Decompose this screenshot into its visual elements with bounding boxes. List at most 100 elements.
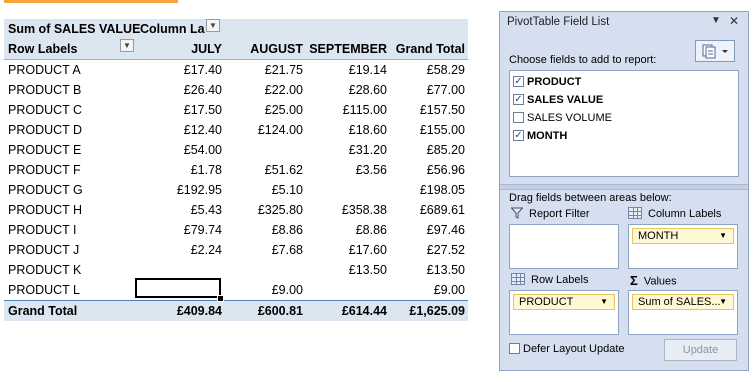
value-cell-september[interactable]: £358.38 <box>342 200 387 220</box>
row-label[interactable]: PRODUCT I <box>8 220 77 240</box>
active-cell-selection[interactable] <box>135 278 221 298</box>
field-checkbox-sales-value[interactable]: ✓ <box>513 93 524 105</box>
values-field-chip-sum-sales[interactable]: Sum of SALES... ▼ <box>632 294 734 310</box>
defer-checkbox[interactable] <box>509 342 520 354</box>
row-label[interactable]: PRODUCT B <box>8 80 81 100</box>
row-label[interactable]: PRODUCT L <box>8 280 80 300</box>
row-field-chip-product[interactable]: PRODUCT ▼ <box>513 294 615 310</box>
row-label[interactable]: PRODUCT A <box>8 60 81 80</box>
value-cell-september[interactable]: £28.60 <box>349 80 387 100</box>
value-cell-july[interactable]: £2.24 <box>191 240 222 260</box>
value-cell-total[interactable]: £56.96 <box>427 160 465 180</box>
row-label[interactable]: PRODUCT C <box>8 100 82 120</box>
column-header-grand-total[interactable]: Grand Total <box>396 39 465 59</box>
field-checkbox-month[interactable]: ✓ <box>513 129 524 141</box>
defer-layout-update[interactable]: Defer Layout Update <box>509 342 625 356</box>
value-cell-august[interactable]: £124.00 <box>258 120 303 140</box>
value-cell-august[interactable]: £325.80 <box>258 200 303 220</box>
close-icon[interactable]: ✕ <box>729 14 739 28</box>
column-labels-caption: Column La <box>140 22 205 36</box>
chevron-down-icon[interactable]: ▼ <box>719 229 727 243</box>
row-label[interactable]: PRODUCT F <box>8 160 81 180</box>
value-cell-august[interactable]: £8.86 <box>272 220 303 240</box>
value-cell-july[interactable]: £79.74 <box>184 220 222 240</box>
value-cell-september[interactable]: £31.20 <box>349 140 387 160</box>
report-filter-drop-area[interactable] <box>509 224 619 269</box>
column-labels-filter-button[interactable]: ▼ <box>206 19 220 32</box>
column-field-chip-month[interactable]: MONTH ▼ <box>632 228 734 244</box>
grand-total-august[interactable]: £600.81 <box>258 301 303 321</box>
pane-options-icon[interactable]: ▼ <box>711 15 721 26</box>
table-row: PRODUCT I £79.74 £8.86 £8.86 £97.46 <box>4 220 468 240</box>
value-cell-july[interactable]: £5.43 <box>191 200 222 220</box>
value-cell-total[interactable]: £58.29 <box>427 60 465 80</box>
value-cell-august[interactable]: £25.00 <box>265 100 303 120</box>
value-cell-july[interactable]: £1.78 <box>191 160 222 180</box>
update-button[interactable]: Update <box>664 339 737 361</box>
row-labels-filter-button[interactable]: ▼ <box>120 39 134 52</box>
value-cell-total[interactable]: £97.46 <box>427 220 465 240</box>
value-cell-september[interactable]: £18.60 <box>349 120 387 140</box>
field-layout-button[interactable] <box>695 40 735 62</box>
values-drop-area[interactable]: Sum of SALES... ▼ <box>628 290 738 335</box>
grand-total-july[interactable]: £409.84 <box>177 301 222 321</box>
chevron-down-icon[interactable]: ▼ <box>600 295 608 309</box>
value-cell-total[interactable]: £13.50 <box>427 260 465 280</box>
value-cell-august[interactable]: £7.68 <box>272 240 303 260</box>
value-cell-july[interactable]: £26.40 <box>184 80 222 100</box>
value-cell-july[interactable]: £12.40 <box>184 120 222 140</box>
value-cell-september[interactable]: £115.00 <box>343 100 387 120</box>
value-cell-total[interactable]: £9.00 <box>434 280 465 300</box>
row-labels-caption: Row Labels <box>8 42 78 56</box>
value-cell-september[interactable]: £8.86 <box>356 220 387 240</box>
fill-handle[interactable] <box>217 295 224 302</box>
field-item-sales-value[interactable]: ✓ SALES VALUE <box>513 92 603 108</box>
value-cell-total[interactable]: £77.00 <box>427 80 465 100</box>
value-cell-august[interactable]: £51.62 <box>265 160 303 180</box>
chevron-down-icon[interactable]: ▼ <box>719 295 727 309</box>
row-label[interactable]: PRODUCT H <box>8 200 82 220</box>
row-label[interactable]: PRODUCT G <box>8 180 83 200</box>
value-cell-july[interactable]: £17.40 <box>184 60 222 80</box>
field-checkbox-product[interactable]: ✓ <box>513 75 524 87</box>
value-cell-july[interactable]: £192.95 <box>177 180 222 200</box>
value-cell-august[interactable]: £5.10 <box>272 180 303 200</box>
column-header-august[interactable]: AUGUST <box>250 39 303 59</box>
value-cell-september[interactable]: £3.56 <box>356 160 387 180</box>
value-cell-total[interactable]: £157.50 <box>420 100 465 120</box>
value-cell-august[interactable]: £22.00 <box>265 80 303 100</box>
table-row: PRODUCT F £1.78 £51.62 £3.56 £56.96 <box>4 160 468 180</box>
value-cell-total[interactable]: £27.52 <box>427 240 465 260</box>
row-label[interactable]: PRODUCT E <box>8 140 81 160</box>
row-label[interactable]: PRODUCT D <box>8 120 82 140</box>
value-cell-july[interactable]: £17.50 <box>184 100 222 120</box>
defer-label: Defer Layout Update <box>523 343 625 356</box>
value-cell-july[interactable]: £54.00 <box>184 140 222 160</box>
value-cell-total[interactable]: £155.00 <box>420 120 465 140</box>
value-cell-august[interactable]: £21.75 <box>265 60 303 80</box>
column-header-september[interactable]: SEPTEMBER <box>309 39 387 59</box>
value-cell-total[interactable]: £85.20 <box>427 140 465 160</box>
row-label[interactable]: PRODUCT J <box>8 240 79 260</box>
value-cell-september[interactable]: £17.60 <box>349 240 387 260</box>
field-list: ✓ PRODUCT ✓ SALES VALUE SALES VOLUME ✓ MONT… <box>509 70 739 177</box>
grand-total-september[interactable]: £614.44 <box>342 301 387 321</box>
value-cell-september[interactable]: £13.50 <box>349 260 387 280</box>
grand-total-label[interactable]: Grand Total <box>8 301 77 321</box>
value-cell-total[interactable]: £689.61 <box>420 200 465 220</box>
row-labels-drop-area[interactable]: PRODUCT ▼ <box>509 290 619 335</box>
field-item-product[interactable]: ✓ PRODUCT <box>513 74 581 90</box>
field-checkbox-sales-volume[interactable] <box>513 111 524 123</box>
pane-splitter[interactable] <box>500 184 748 190</box>
field-item-sales-volume[interactable]: SALES VOLUME <box>513 110 612 126</box>
row-label[interactable]: PRODUCT K <box>8 260 81 280</box>
field-item-month[interactable]: ✓ MONTH <box>513 128 567 144</box>
values-label: Values <box>643 275 677 288</box>
table-row: PRODUCT J £2.24 £7.68 £17.60 £27.52 <box>4 240 468 260</box>
grand-total-all[interactable]: £1,625.09 <box>409 301 465 321</box>
column-header-july[interactable]: JULY <box>191 39 222 59</box>
value-cell-total[interactable]: £198.05 <box>420 180 465 200</box>
column-labels-drop-area[interactable]: MONTH ▼ <box>628 224 738 269</box>
value-cell-september[interactable]: £19.14 <box>349 60 387 80</box>
value-cell-august[interactable]: £9.00 <box>272 280 303 300</box>
